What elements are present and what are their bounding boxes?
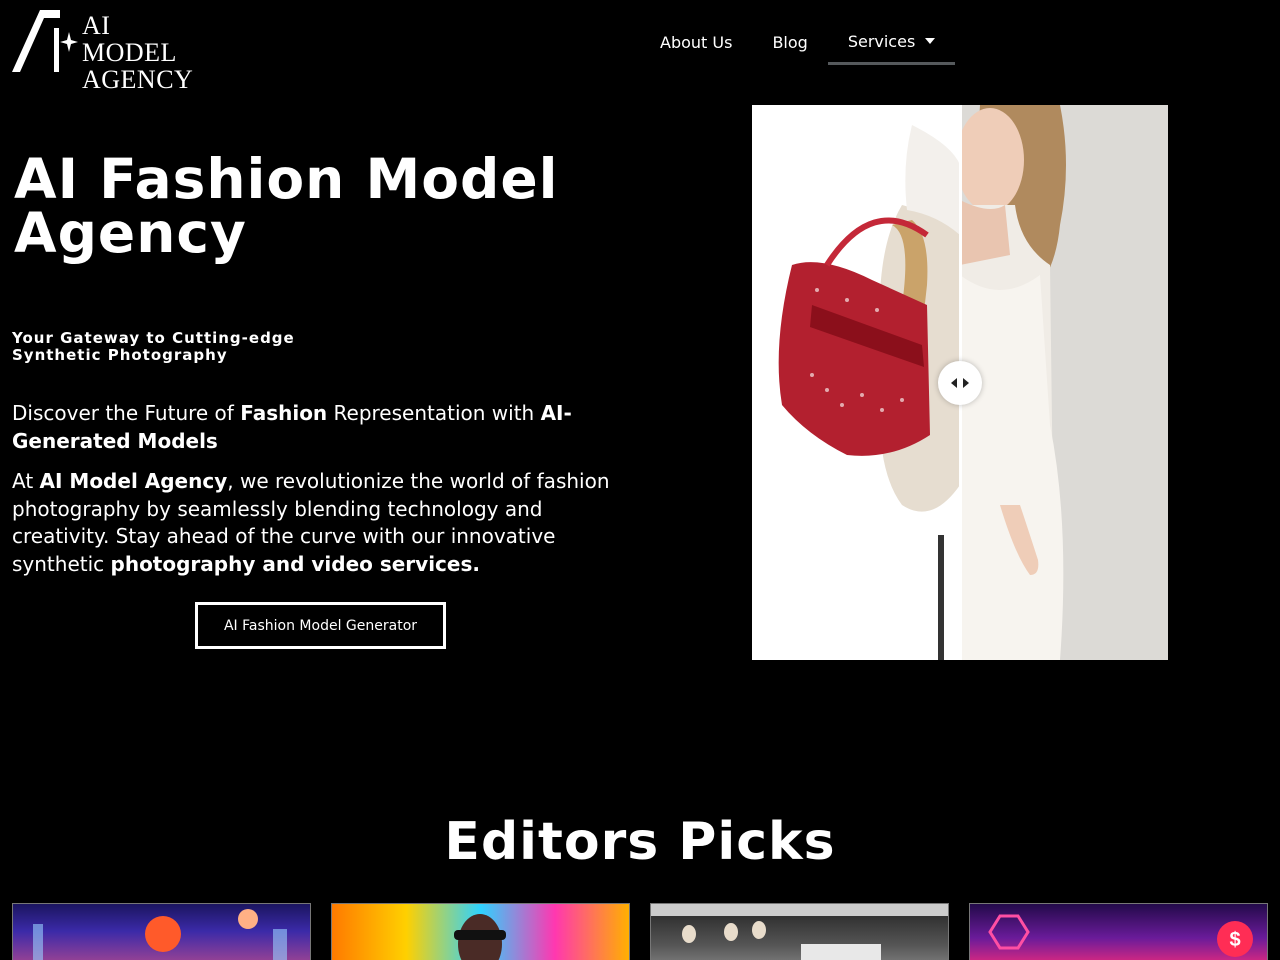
lead-bold-1: Fashion [240,401,328,425]
compare-drag-handle[interactable] [938,361,982,405]
compare-before-image [752,105,960,660]
nav-services[interactable]: Services [827,20,956,65]
ai-fashion-model-generator-button[interactable]: AI Fashion Model Generator [195,602,446,649]
retail-store-mannequins-image [651,904,948,960]
hero-title: AI Fashion Model Agency [14,147,559,265]
editors-picks-title: Editors Picks [444,812,836,872]
body-text-1: At [12,469,40,493]
pick-card-1[interactable] [12,903,311,960]
pick-card-3[interactable] [650,903,949,960]
neon-city-astronaut-image [33,909,287,960]
site-header: AI MODEL AGENCY About Us Blog Services [0,0,1280,93]
caret-down-icon [925,38,936,44]
logo-line1: AI MODEL [82,11,177,67]
cyber-neon-finance-image: $ [988,914,1253,957]
a-sparkle-logo-icon [12,10,78,72]
logo-text: AI MODEL AGENCY [82,12,212,93]
nav-blog-label: Blog [772,33,808,52]
rainbow-fashion-portrait-image [454,914,506,960]
nav-about-us-label: About Us [660,33,733,52]
hero-body: At AI Model Agency, we revolutionize the… [12,468,632,578]
logo[interactable]: AI MODEL AGENCY [12,10,212,93]
arrow-right-icon [963,378,969,388]
before-after-compare[interactable] [752,105,1168,660]
cta-label: AI Fashion Model Generator [223,617,418,634]
hero-lead: Discover the Future of Fashion Represent… [12,399,622,455]
hero-tagline: Your Gateway to Cutting-edge Synthetic P… [12,329,295,364]
nav-services-label: Services [847,31,916,51]
lead-text-2: Representation with [327,401,541,425]
pick-card-4[interactable]: $ [969,903,1268,960]
pick-card-2[interactable] [331,903,630,960]
arrow-left-icon [951,378,957,388]
body-bold-2: photography and video services. [110,551,480,576]
main-nav: About Us Blog Services [640,20,956,65]
ai-model-image [956,105,1168,660]
mannequin-bag-image [752,105,960,660]
body-bold-1: AI Model Agency [39,469,228,493]
nav-blog[interactable]: Blog [752,20,827,65]
lead-text-1: Discover the Future of [12,401,241,425]
svg-text:$: $ [1229,929,1240,951]
logo-line2: AGENCY [82,65,194,94]
nav-about-us[interactable]: About Us [640,20,752,65]
compare-after-image [956,105,1168,660]
